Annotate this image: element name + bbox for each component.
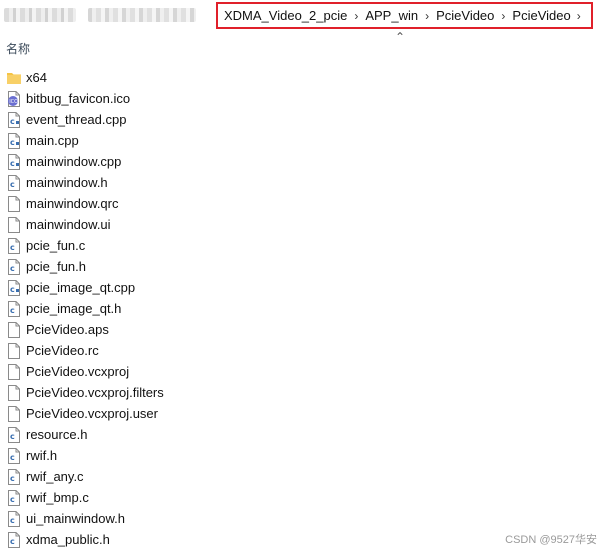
breadcrumb: XDMA_Video_2_pcie › APP_win › PcieVideo …	[216, 2, 593, 29]
list-item[interactable]: c rwif_bmp.c	[0, 487, 603, 508]
file-name: PcieVideo.vcxproj.filters	[26, 385, 164, 400]
list-item[interactable]: PcieVideo.aps	[0, 319, 603, 340]
list-item[interactable]: c rwif_any.c	[0, 466, 603, 487]
file-name: rwif_any.c	[26, 469, 84, 484]
file-name: xdma_public.h	[26, 532, 110, 547]
generic-file-icon	[7, 385, 21, 401]
file-name: rwif_bmp.c	[26, 490, 89, 505]
file-name: PcieVideo.vcxproj.user	[26, 406, 158, 421]
list-item[interactable]: x64	[0, 67, 603, 88]
list-item[interactable]: mainwindow.qrc	[0, 193, 603, 214]
generic-file-icon	[7, 343, 21, 359]
svg-text:c: c	[10, 432, 15, 441]
file-name: event_thread.cpp	[26, 112, 127, 127]
list-item[interactable]: c mainwindow.cpp	[0, 151, 603, 172]
breadcrumb-item[interactable]: APP_win	[365, 8, 418, 23]
svg-text:ICO: ICO	[9, 99, 18, 105]
ico-file-icon: ICO	[7, 91, 21, 107]
svg-text:c: c	[10, 138, 15, 147]
breadcrumb-item[interactable]: XDMA_Video_2_pcie	[224, 8, 347, 23]
svg-text:c: c	[10, 159, 15, 168]
file-name: main.cpp	[26, 133, 79, 148]
c-file-icon: c	[7, 490, 21, 506]
svg-text:c: c	[10, 243, 15, 252]
cpp-file-icon: c	[7, 112, 21, 128]
file-name: mainwindow.h	[26, 175, 108, 190]
c-file-icon: c	[7, 238, 21, 254]
breadcrumb-item[interactable]: PcieVideo	[512, 8, 570, 23]
list-item[interactable]: c pcie_fun.h	[0, 256, 603, 277]
file-name: PcieVideo.rc	[26, 343, 99, 358]
list-item[interactable]: c rwif.h	[0, 445, 603, 466]
file-name: mainwindow.qrc	[26, 196, 119, 211]
list-item[interactable]: c pcie_image_qt.cpp	[0, 277, 603, 298]
list-item[interactable]: c mainwindow.h	[0, 172, 603, 193]
generic-file-icon	[7, 322, 21, 338]
svg-text:c: c	[10, 180, 15, 189]
list-item[interactable]: PcieVideo.vcxproj	[0, 361, 603, 382]
file-name: pcie_image_qt.h	[26, 301, 122, 316]
svg-text:c: c	[10, 495, 15, 504]
list-item[interactable]: c pcie_fun.c	[0, 235, 603, 256]
list-item[interactable]: PcieVideo.vcxproj.user	[0, 403, 603, 424]
list-item[interactable]: c ui_mainwindow.h	[0, 508, 603, 529]
cpp-file-icon: c	[7, 280, 21, 296]
breadcrumb-item[interactable]: PcieVideo	[436, 8, 494, 23]
svg-text:c: c	[10, 516, 15, 525]
list-item[interactable]: c pcie_image_qt.h	[0, 298, 603, 319]
file-name: bitbug_favicon.ico	[26, 91, 131, 106]
column-header-name[interactable]: 名称	[6, 40, 30, 57]
chevron-right-icon[interactable]: ›	[577, 9, 581, 23]
blurred-path-segment	[88, 8, 196, 22]
list-item[interactable]: c main.cpp	[0, 130, 603, 151]
watermark: CSDN @9527华安	[505, 534, 597, 546]
file-name: rwif.h	[26, 448, 58, 463]
svg-text:c: c	[10, 537, 15, 546]
file-name: mainwindow.ui	[26, 217, 111, 232]
list-item[interactable]: mainwindow.ui	[0, 214, 603, 235]
file-name: PcieVideo.vcxproj	[26, 364, 130, 379]
header-file-icon: c	[7, 301, 21, 317]
chevron-right-icon[interactable]: ›	[354, 9, 358, 23]
svg-text:c: c	[10, 117, 15, 126]
generic-file-icon	[7, 217, 21, 233]
file-list: x64 ICO bitbug_favicon.icoc event_thread.cp…	[0, 67, 603, 550]
cpp-file-icon: c	[7, 133, 21, 149]
c-file-icon: c	[7, 469, 21, 485]
generic-file-icon	[7, 196, 21, 212]
address-bar[interactable]: XDMA_Video_2_pcie › APP_win › PcieVideo …	[0, 0, 603, 32]
file-name: PcieVideo.aps	[26, 322, 109, 337]
list-item[interactable]: PcieVideo.vcxproj.filters	[0, 382, 603, 403]
header-file-icon: c	[7, 427, 21, 443]
file-name: resource.h	[26, 427, 88, 442]
header-file-icon: c	[7, 175, 21, 191]
list-item[interactable]: ICO bitbug_favicon.ico	[0, 88, 603, 109]
file-name: pcie_fun.c	[26, 238, 86, 253]
generic-file-icon	[7, 364, 21, 380]
header-file-icon: c	[7, 259, 21, 275]
cpp-file-icon: c	[7, 154, 21, 170]
file-name: pcie_fun.h	[26, 259, 86, 274]
svg-text:c: c	[10, 285, 15, 294]
blurred-path-segment	[4, 8, 76, 22]
chevron-right-icon[interactable]: ›	[501, 9, 505, 23]
svg-text:c: c	[10, 306, 15, 315]
chevron-right-icon[interactable]: ›	[425, 9, 429, 23]
svg-text:c: c	[10, 474, 15, 483]
svg-text:c: c	[10, 453, 15, 462]
file-name: ui_mainwindow.h	[26, 511, 126, 526]
header-file-icon: c	[7, 532, 21, 548]
header-file-icon: c	[7, 511, 21, 527]
header-file-icon: c	[7, 448, 21, 464]
file-name: mainwindow.cpp	[26, 154, 122, 169]
folder-icon	[7, 70, 21, 86]
svg-text:c: c	[10, 264, 15, 273]
list-item[interactable]: c resource.h	[0, 424, 603, 445]
file-name: x64	[26, 70, 47, 85]
list-item[interactable]: c event_thread.cpp	[0, 109, 603, 130]
generic-file-icon	[7, 406, 21, 422]
list-item[interactable]: PcieVideo.rc	[0, 340, 603, 361]
file-name: pcie_image_qt.cpp	[26, 280, 136, 295]
chevron-up-icon[interactable]: ⌃	[395, 30, 405, 44]
